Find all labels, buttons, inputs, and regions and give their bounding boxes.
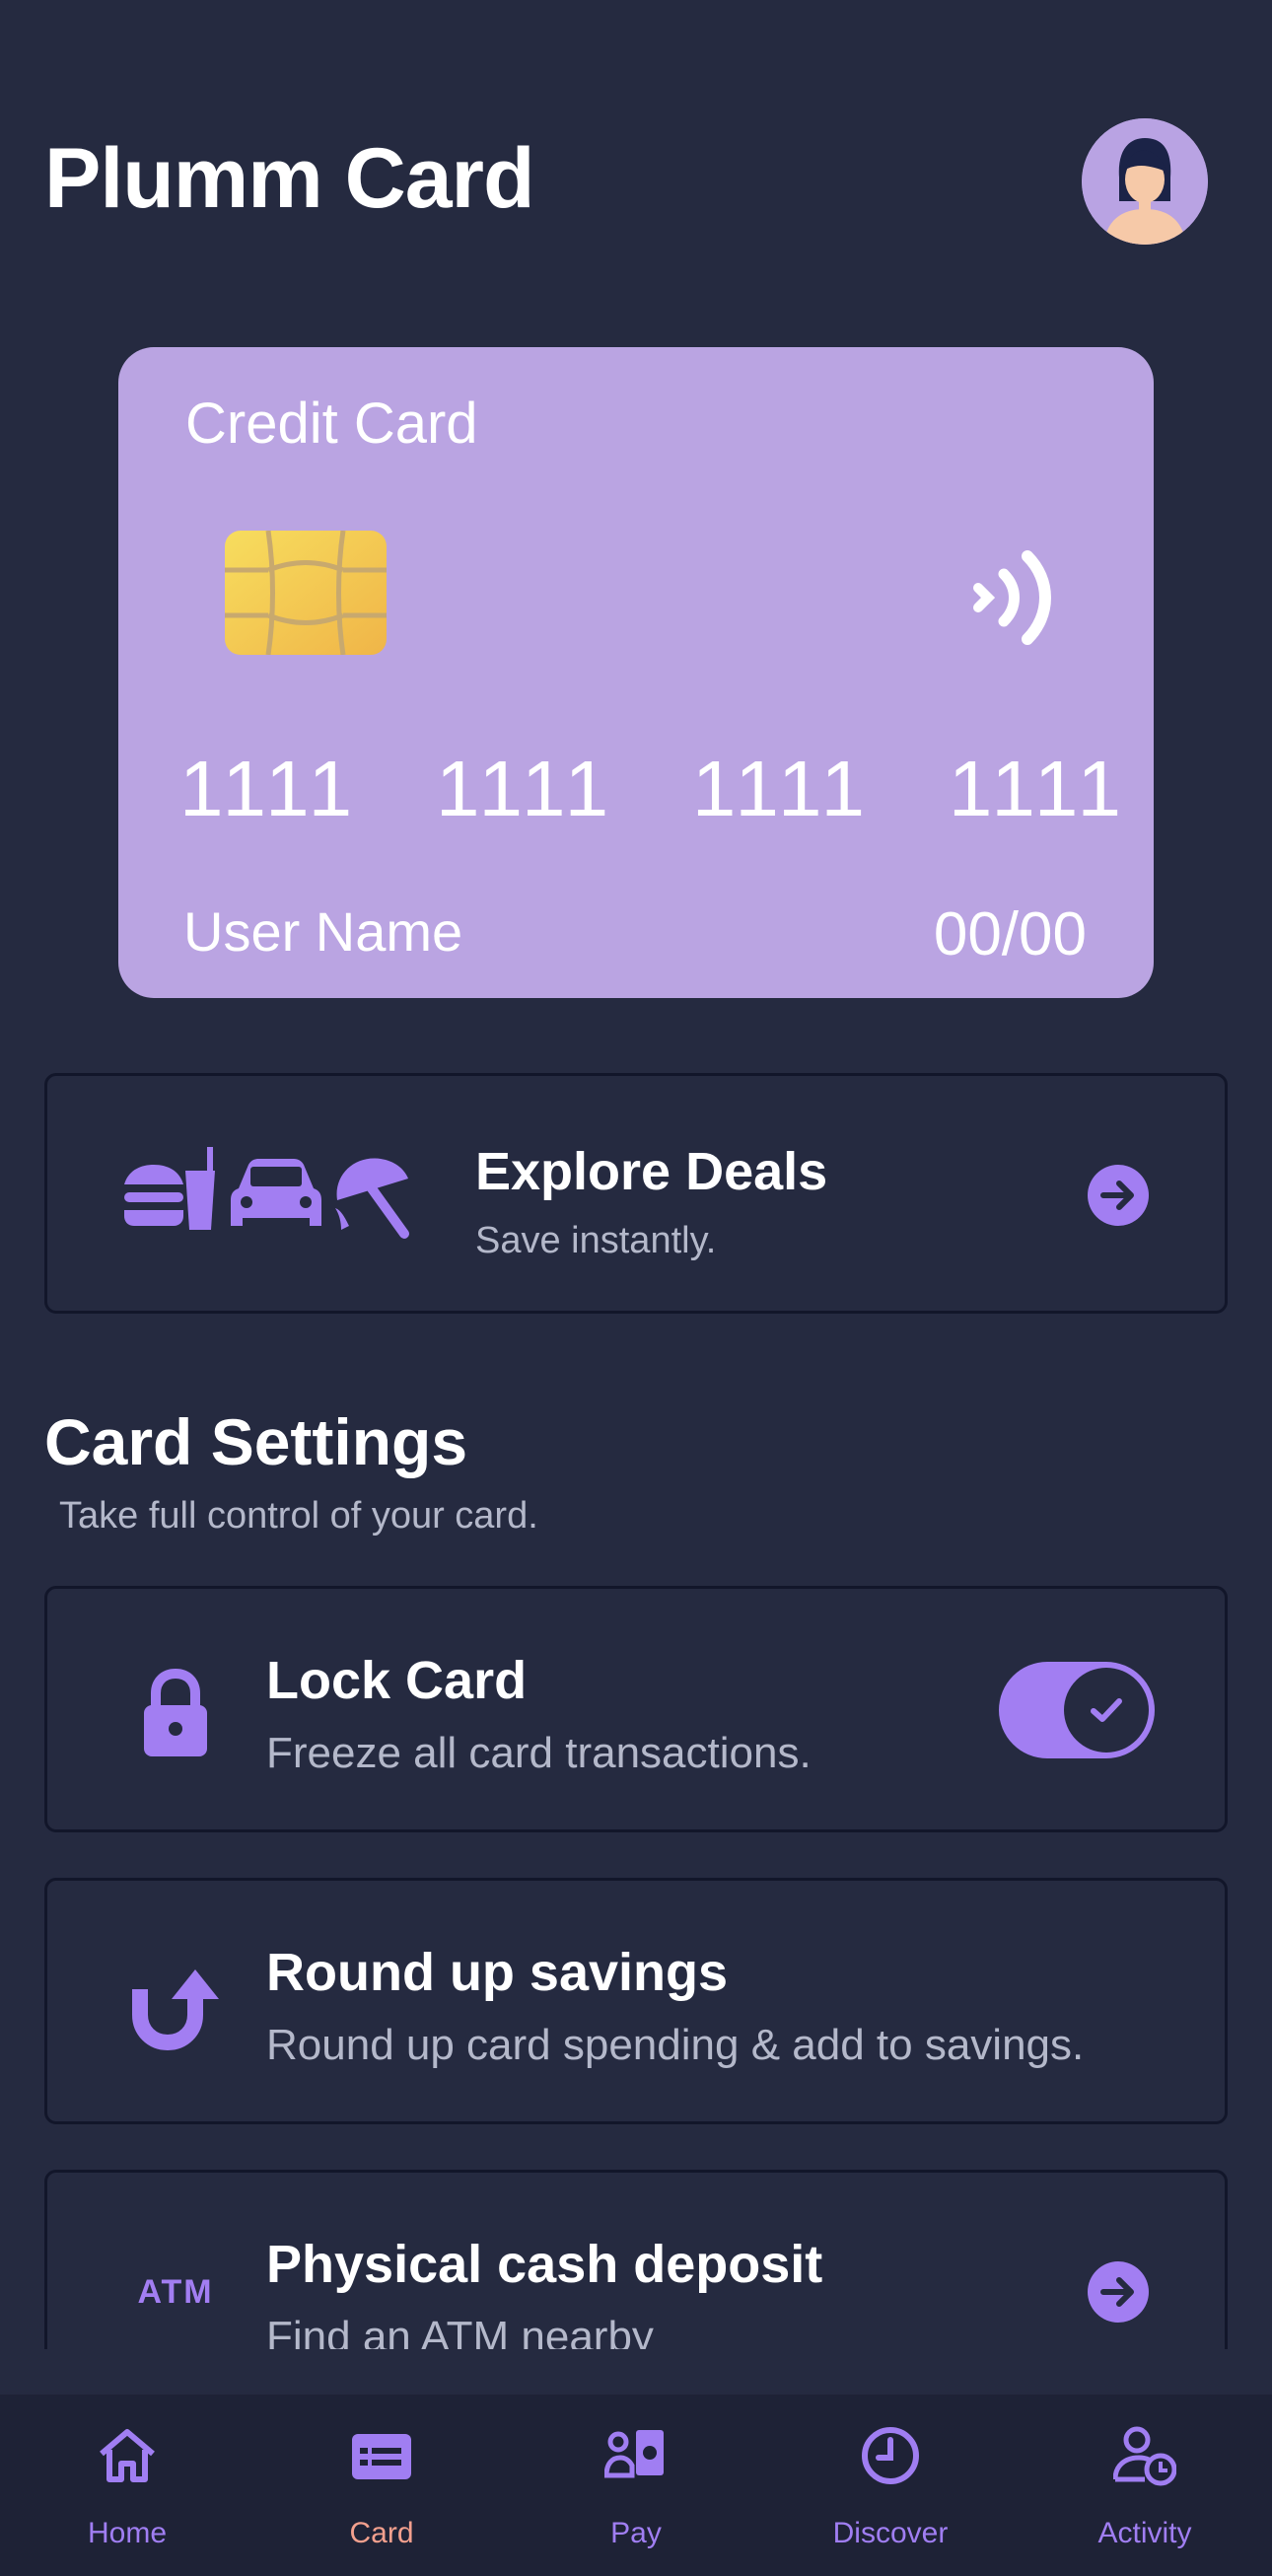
page-title: Plumm Card <box>44 131 535 226</box>
tab-activity[interactable]: Activity <box>1018 2395 1272 2576</box>
tab-label: Activity <box>1097 2517 1192 2549</box>
avatar-image <box>1082 118 1208 245</box>
bottom-tab-bar: Home Card Pay Discover Activity <box>0 2395 1272 2576</box>
card-number-group: 1111 <box>691 745 871 832</box>
pay-icon <box>604 2430 664 2478</box>
card-number-group: 1111 <box>179 745 358 832</box>
card-settings-title: Card Settings <box>44 1405 468 1478</box>
lock-card-toggle[interactable] <box>999 1662 1155 1758</box>
cash-deposit-title: Physical cash deposit <box>266 2235 823 2294</box>
card-number: 1111 1111 1111 1111 <box>179 744 1126 834</box>
round-up-savings-setting[interactable]: Round up savings Round up card spending … <box>44 1878 1228 2124</box>
cash-deposit-arrow-button[interactable] <box>1088 2261 1149 2323</box>
user-clock-icon <box>1113 2426 1176 2486</box>
card-holder-name: User Name <box>183 900 463 963</box>
deals-title: Explore Deals <box>475 1142 828 1201</box>
car-icon <box>231 1159 321 1226</box>
tab-discover[interactable]: Discover <box>763 2395 1018 2576</box>
card-number-group: 1111 <box>948 745 1126 832</box>
round-up-arrow-icon <box>132 1969 219 2051</box>
tab-label: Discover <box>832 2517 949 2549</box>
credit-card[interactable]: Credit Card 1111 1111 1111 1111 User Nam… <box>118 347 1154 998</box>
tab-label: Card <box>349 2517 414 2549</box>
fast-food-icon <box>124 1147 215 1230</box>
deals-arrow-button[interactable] <box>1088 1165 1149 1226</box>
tab-home[interactable]: Home <box>0 2395 254 2576</box>
tab-label: Home <box>87 2517 168 2549</box>
card-chip-icon <box>225 531 387 655</box>
check-icon <box>1091 1698 1122 1722</box>
contactless-icon <box>973 550 1051 645</box>
deals-subtitle: Save instantly. <box>475 1220 717 1261</box>
svg-text:ATM: ATM <box>137 2273 213 2311</box>
cash-deposit-subtitle: Find an ATM nearby <box>266 2313 654 2349</box>
lock-icon <box>144 1668 207 1756</box>
lock-card-subtitle: Freeze all card transactions. <box>266 1729 812 1777</box>
profile-avatar[interactable] <box>1082 118 1208 245</box>
card-expiry: 00/00 <box>933 900 1087 968</box>
deal-category-icons <box>124 1147 409 1239</box>
clock-icon <box>862 2427 919 2484</box>
card-settings-subtitle: Take full control of your card. <box>59 1495 538 1537</box>
physical-cash-deposit-setting[interactable]: ATM Physical cash deposit Find an ATM ne… <box>44 2170 1228 2349</box>
lock-card-title: Lock Card <box>266 1651 528 1710</box>
tab-label: Pay <box>610 2517 662 2549</box>
toggle-knob <box>1064 1668 1149 1753</box>
explore-deals-banner[interactable]: Explore Deals Save instantly. <box>44 1073 1228 1314</box>
home-icon <box>100 2429 155 2482</box>
beach-umbrella-icon <box>335 1158 409 1239</box>
header: Plumm Card <box>44 118 1228 256</box>
scroll-clip: ATM Physical cash deposit Find an ATM ne… <box>0 2166 1272 2349</box>
atm-icon: ATM <box>137 2273 213 2311</box>
tab-pay[interactable]: Pay <box>509 2395 763 2576</box>
lock-card-setting[interactable]: Lock Card Freeze all card transactions. <box>44 1586 1228 1832</box>
round-up-subtitle: Round up card spending & add to savings. <box>266 2021 1085 2069</box>
tab-card[interactable]: Card <box>254 2395 509 2576</box>
round-up-title: Round up savings <box>266 1943 729 2002</box>
card-icon <box>352 2434 411 2479</box>
card-type-label: Credit Card <box>185 392 478 456</box>
card-number-group: 1111 <box>435 745 614 832</box>
